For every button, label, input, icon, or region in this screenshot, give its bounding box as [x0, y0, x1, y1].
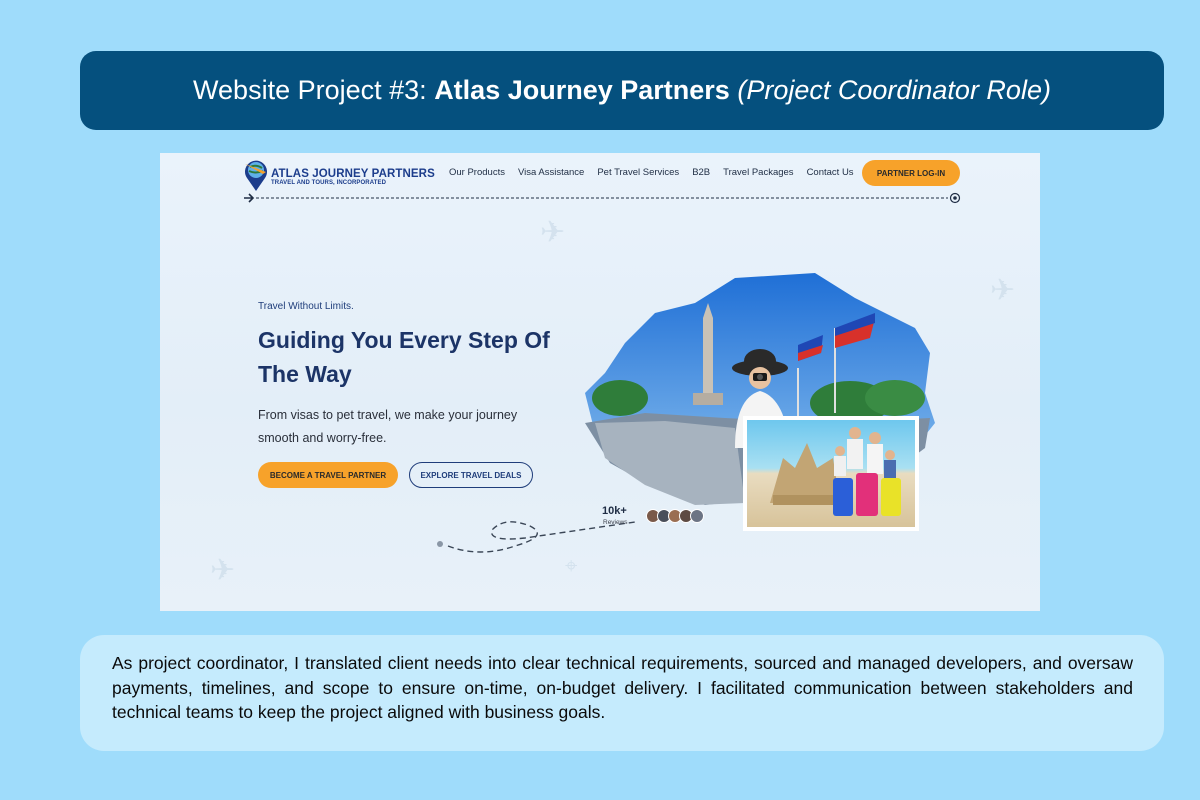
website-screenshot: ✈ ✈ ✈ ⌖ ATLAS JOURNEY PARTNERS TRAVEL AN… [160, 153, 1040, 611]
title-prefix: Website Project #3: [193, 75, 427, 105]
title-role: (Project Coordinator Role) [737, 75, 1051, 105]
project-title-bar: Website Project #3: Atlas Journey Partne… [80, 51, 1164, 130]
partner-login-button[interactable]: PARTNER LOG-IN [862, 160, 960, 186]
globe-pin-icon [245, 160, 267, 191]
main-nav: Our Products Visa Assistance Pet Travel … [449, 167, 867, 178]
nav-contact-us[interactable]: Contact Us [807, 167, 854, 178]
hero-eyebrow: Travel Without Limits. [258, 301, 354, 312]
nav-travel-packages[interactable]: Travel Packages [723, 167, 793, 178]
plane-watermark-icon: ✈ [210, 554, 236, 587]
plane-watermark-icon: ✈ [990, 274, 1016, 307]
project-description-box: As project coordinator, I translated cli… [80, 635, 1164, 751]
avatar [690, 509, 704, 523]
nav-visa-assistance[interactable]: Visa Assistance [518, 167, 584, 178]
nav-pet-travel-services[interactable]: Pet Travel Services [597, 167, 679, 178]
nav-b2b[interactable]: B2B [692, 167, 710, 178]
project-description: As project coordinator, I translated cli… [112, 653, 1133, 722]
plane-watermark-icon: ✈ [540, 216, 566, 249]
logo-subtitle: TRAVEL AND TOURS, INCORPORATED [271, 180, 387, 186]
reviewer-avatars [646, 509, 704, 523]
hero-subtext: From visas to pet travel, we make your j… [258, 408, 518, 445]
flight-path-divider [244, 192, 961, 204]
nav-our-products[interactable]: Our Products [449, 167, 505, 178]
hero-photo-collage [585, 273, 935, 531]
logo-name: ATLAS JOURNEY PARTNERS [271, 168, 435, 180]
reviews-count: 10k+ [602, 505, 627, 517]
site-logo[interactable]: ATLAS JOURNEY PARTNERS TRAVEL AND TOURS,… [242, 158, 435, 192]
become-partner-button[interactable]: BECOME A TRAVEL PARTNER [258, 462, 398, 488]
explore-deals-button[interactable]: EXPLORE TRAVEL DEALS [409, 462, 533, 488]
hero-headline: Guiding You Every Step Of The Way [258, 327, 550, 387]
title-project-name: Atlas Journey Partners [434, 75, 730, 105]
reviews-label: Reviews [603, 519, 628, 526]
